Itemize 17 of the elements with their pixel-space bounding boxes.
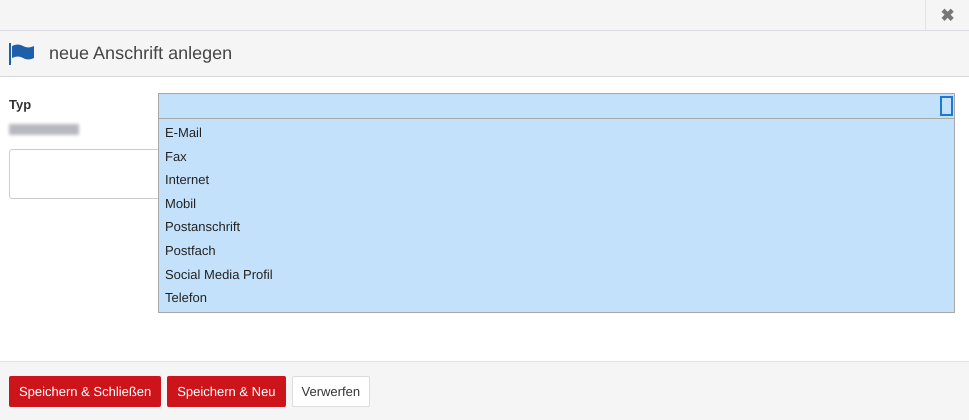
discard-button[interactable]: Verwerfen bbox=[292, 376, 370, 406]
field-label: Typ bbox=[9, 96, 32, 112]
flag-icon bbox=[9, 42, 35, 64]
dropdown-option[interactable]: Postanschrift bbox=[159, 215, 954, 239]
dropdown-option[interactable]: Mobil bbox=[159, 192, 954, 216]
dropdown-option[interactable]: Postfach bbox=[159, 238, 954, 263]
dropdown-option[interactable]: Fax bbox=[159, 144, 954, 168]
redacted-label bbox=[9, 124, 79, 135]
dropdown-option[interactable]: Social Media Profil bbox=[159, 262, 954, 286]
save-button[interactable]: Speichern & Schließen bbox=[9, 376, 162, 406]
save-button[interactable]: Speichern & Neu bbox=[167, 376, 286, 406]
dialog-title: neue Anschrift anlegen bbox=[49, 43, 232, 64]
type-select[interactable] bbox=[158, 93, 955, 119]
dropdown-option[interactable]: E-Mail bbox=[159, 121, 954, 145]
close-button[interactable]: ✖ bbox=[925, 0, 969, 30]
dropdown-option[interactable]: Telefon bbox=[159, 286, 954, 310]
dropdown-option[interactable]: Internet bbox=[159, 168, 954, 192]
